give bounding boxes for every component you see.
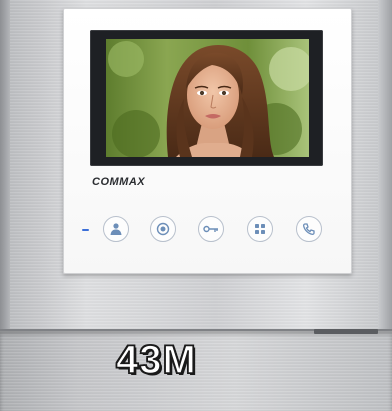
key-icon bbox=[203, 224, 219, 234]
model-label: 43M bbox=[115, 338, 197, 382]
handset-icon bbox=[302, 222, 316, 236]
record-button[interactable] bbox=[150, 216, 176, 242]
grid-icon bbox=[254, 223, 266, 235]
monitor-button[interactable] bbox=[103, 216, 129, 242]
menu-button[interactable] bbox=[247, 216, 273, 242]
record-icon bbox=[156, 222, 170, 236]
door-open-button[interactable] bbox=[198, 216, 224, 242]
talk-button[interactable] bbox=[296, 216, 322, 242]
camera-view-image bbox=[106, 39, 309, 157]
brand-logo: COMMAX bbox=[92, 176, 146, 188]
person-icon bbox=[109, 222, 123, 236]
status-indicator-led bbox=[82, 229, 89, 231]
video-screen bbox=[106, 39, 309, 157]
housing-slot bbox=[314, 329, 378, 334]
